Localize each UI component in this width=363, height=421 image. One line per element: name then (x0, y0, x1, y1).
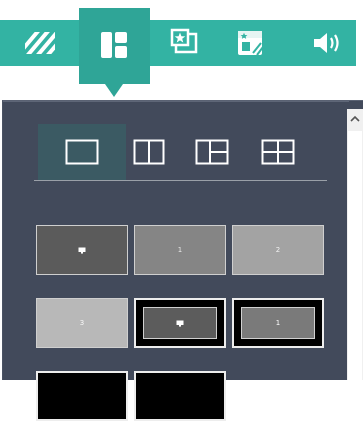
toolbar (0, 0, 363, 97)
one-plus-two-icon (195, 139, 229, 165)
monitor-tile-inner: 1 (241, 307, 315, 339)
display-icon (78, 247, 86, 254)
vertical-scrollbar[interactable] (347, 109, 363, 380)
panel-top-border (3, 101, 349, 102)
layout-two-columns-button[interactable] (127, 124, 171, 180)
layout-quad-button[interactable] (256, 124, 300, 180)
monitor-number: 1 (275, 319, 281, 327)
star-frame-icon (170, 28, 198, 54)
favorite-frame-button[interactable] (157, 20, 213, 66)
scrollbar-thumb[interactable] (348, 131, 362, 380)
layout-single-button[interactable] (38, 124, 126, 180)
quad-pane-icon (261, 139, 295, 165)
hatch-stripes-icon (25, 32, 55, 54)
background-pattern-button[interactable] (12, 20, 68, 66)
monitor-tile[interactable]: 3 (36, 298, 128, 348)
speaker-volume-icon (314, 33, 339, 53)
active-tab-pointer (105, 84, 123, 97)
monitor-tile[interactable] (36, 225, 128, 275)
scroll-up-button[interactable] (347, 109, 363, 129)
layout-tab-button[interactable] (79, 8, 150, 97)
monitor-number: 1 (177, 246, 183, 254)
layout-grid-icon (101, 32, 127, 58)
monitor-tile-inner (143, 307, 217, 339)
monitor-tile[interactable]: 2 (232, 225, 324, 275)
layout-panel: 1 2 3 1 (2, 100, 363, 421)
display-icon (176, 320, 184, 327)
monitor-number: 2 (275, 246, 281, 254)
layout-one-plus-two-button[interactable] (190, 124, 234, 180)
chevron-up-icon (350, 115, 360, 122)
favorite-window-button[interactable] (222, 20, 278, 66)
single-pane-icon (65, 139, 99, 165)
volume-button[interactable] (299, 20, 355, 66)
star-window-icon (238, 31, 264, 56)
monitor-tile-framed[interactable] (134, 298, 226, 348)
monitor-tile-framed[interactable]: 1 (232, 298, 324, 348)
monitor-number: 3 (79, 319, 85, 327)
monitor-tile[interactable]: 1 (134, 225, 226, 275)
layout-divider (34, 180, 327, 181)
two-column-icon (133, 139, 165, 165)
